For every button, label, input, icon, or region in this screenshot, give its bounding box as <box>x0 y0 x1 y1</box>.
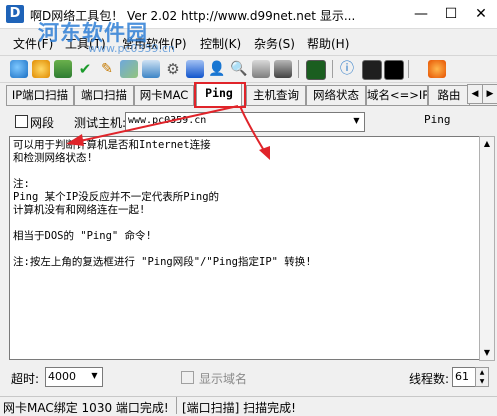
status-right: [端口扫描] 扫描完成! <box>182 401 296 415</box>
status-separator <box>176 397 177 414</box>
threads-label: 线程数: <box>409 372 450 386</box>
chevron-down-icon[interactable]: ▼ <box>88 368 101 384</box>
timeout-label: 超时: <box>11 372 40 386</box>
threads-spinner[interactable]: ▲ ▼ <box>475 367 489 387</box>
arrow-head-right-icon <box>259 146 270 160</box>
annotation-arrow-right <box>239 105 267 155</box>
show-domain-label: 显示域名 <box>199 372 248 386</box>
threads-value: 61 <box>455 370 469 383</box>
arrow-head-left-icon <box>66 134 84 146</box>
timeout-value: 4000 <box>48 370 76 383</box>
show-domain-checkbox[interactable] <box>181 371 194 384</box>
status-left: 网卡MAC绑定 1030 端口完成! <box>3 401 169 415</box>
annotation-arrow-left <box>79 105 239 142</box>
annotation-arrows <box>66 105 270 160</box>
